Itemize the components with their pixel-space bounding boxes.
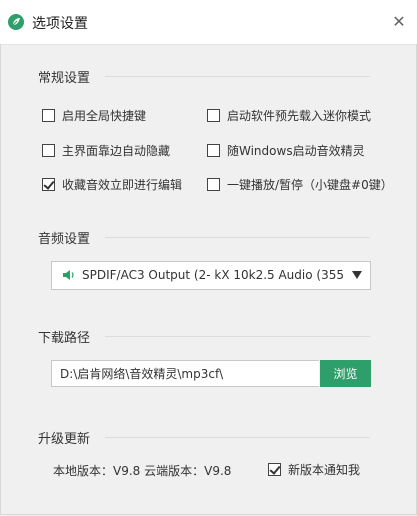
option-global-hotkey[interactable]: 启用全局快捷键 <box>42 106 146 124</box>
general-section-divider <box>105 76 370 77</box>
option-label: 启动软件预先载入迷你模式 <box>227 108 372 123</box>
app-logo-icon <box>8 14 24 30</box>
checkbox[interactable] <box>42 143 55 157</box>
chevron-down-icon[interactable] <box>352 271 362 279</box>
audio-section-title: 音频设置 <box>38 232 91 247</box>
title-bar: 选项设置 ✕ <box>0 0 417 45</box>
speaker-icon <box>63 270 74 280</box>
version-info: 本地版本：V9.8 云端版本：V9.8 <box>53 464 232 478</box>
checkbox[interactable] <box>207 143 220 157</box>
option-label: 新版本通知我 <box>288 462 361 477</box>
option-start-with-windows[interactable]: 随Windows启动音效精灵 <box>207 141 365 159</box>
close-icon[interactable]: ✕ <box>387 10 411 34</box>
checkbox-checked[interactable] <box>268 462 281 476</box>
download-path-input[interactable] <box>51 360 319 387</box>
checkbox[interactable] <box>207 177 220 191</box>
audio-device-select[interactable]: SPDIF/AC3 Output (2- kX 10k2.5 Audio (35… <box>51 261 371 290</box>
option-auto-hide[interactable]: 主界面靠边自动隐藏 <box>42 141 170 159</box>
option-edit-on-favorite[interactable]: 收藏音效立即进行编辑 <box>42 175 182 193</box>
window-title: 选项设置 <box>32 16 88 32</box>
option-label: 随Windows启动音效精灵 <box>227 143 365 158</box>
checkbox[interactable] <box>207 108 220 122</box>
audio-section-divider <box>105 237 370 238</box>
general-section-title: 常规设置 <box>38 71 91 86</box>
option-preload-mini-mode[interactable]: 启动软件预先载入迷你模式 <box>207 106 371 124</box>
option-label: 主界面靠边自动隐藏 <box>62 143 171 158</box>
option-label: 收藏音效立即进行编辑 <box>62 177 183 192</box>
audio-device-value: SPDIF/AC3 Output (2- kX 10k2.5 Audio (35… <box>82 268 344 282</box>
checkbox-checked[interactable] <box>42 177 55 191</box>
update-section-title: 升级更新 <box>38 432 91 447</box>
update-section-divider <box>105 437 370 438</box>
option-one-key-play-pause[interactable]: 一键播放/暂停（小键盘#0键） <box>207 175 393 193</box>
checkbox[interactable] <box>42 108 55 122</box>
download-section-title: 下载路径 <box>38 331 91 346</box>
option-label: 一键播放/暂停（小键盘#0键） <box>227 177 393 192</box>
download-section-divider <box>105 336 370 337</box>
option-notify-new-version[interactable]: 新版本通知我 <box>268 460 360 478</box>
browse-button[interactable]: 浏览 <box>320 360 371 387</box>
option-label: 启用全局快捷键 <box>62 108 147 123</box>
